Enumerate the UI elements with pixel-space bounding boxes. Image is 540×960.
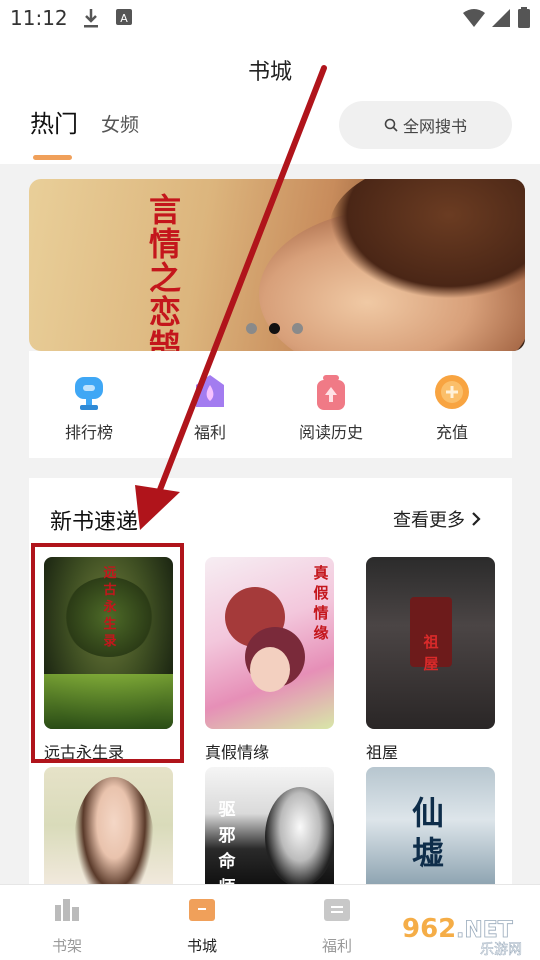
nav-bookshelf[interactable]: 书架 <box>27 897 107 956</box>
book-cover-title: 祖屋 <box>423 633 439 673</box>
coin-icon <box>434 373 470 409</box>
quick-actions: 排行榜 福利 阅读历史 充值 <box>29 351 512 458</box>
book-card[interactable]: 真假情缘 真假情缘 <box>205 557 334 763</box>
book-card[interactable]: 祖屋 祖屋 <box>366 557 495 763</box>
banner-title-char: 恋 <box>148 293 181 331</box>
quick-recharge[interactable]: 充值 <box>407 373 497 443</box>
gift-icon <box>192 373 228 409</box>
banner-title: 言 情 之 恋 鹄 <box>105 193 225 351</box>
book-cover-title: 仙墟 <box>411 794 444 872</box>
svg-text:A: A <box>120 12 128 25</box>
svg-text:.NET: .NET <box>456 918 513 943</box>
couple-face <box>250 647 290 692</box>
quick-recharge-label: 充值 <box>435 423 468 442</box>
book-card[interactable]: 仙墟 <box>366 767 495 884</box>
nav-bookstore-label: 书城 <box>186 937 217 955</box>
book-cover-title: 驱邪命师 <box>218 800 236 884</box>
banner-dot[interactable] <box>246 323 257 334</box>
quick-reading-history-label: 阅读历史 <box>298 423 363 442</box>
tab-female[interactable]: 女频 <box>101 110 139 137</box>
book-name: 祖屋 <box>366 743 399 762</box>
banner-title-char: 之 <box>148 259 181 297</box>
bookstore-icon <box>189 899 215 921</box>
quick-ranking-label: 排行榜 <box>64 423 113 442</box>
banner-title-char: 情 <box>148 225 181 263</box>
book-cover-title: 真假情缘 <box>313 564 329 642</box>
watermark-logo: 962 .NET 乐游网 <box>398 907 538 958</box>
banner-pagination <box>246 323 303 334</box>
search-label: 全网搜书 <box>402 117 467 136</box>
search-all-books-button[interactable]: 全网搜书 <box>339 101 512 149</box>
status-bar: 11:12 A <box>0 0 540 36</box>
book-card[interactable] <box>44 767 173 884</box>
highlight-annotation-box <box>31 543 184 763</box>
book-cover: 祖屋 <box>366 557 495 729</box>
new-books-title: 新书速递 <box>50 510 139 535</box>
quick-welfare-label: 福利 <box>193 423 226 442</box>
book-cover: 驱邪命师 <box>205 767 334 884</box>
search-icon <box>384 118 398 132</box>
svg-text:乐游网: 乐游网 <box>480 942 522 957</box>
quick-reading-history[interactable]: 阅读历史 <box>286 373 376 443</box>
nav-welfare[interactable]: 福利 <box>297 897 377 956</box>
nav-bookstore[interactable]: 书城 <box>162 897 242 956</box>
signal-icon <box>490 7 512 33</box>
history-icon <box>313 373 349 410</box>
nav-welfare-label: 福利 <box>321 937 352 955</box>
banner-dot[interactable] <box>292 323 303 334</box>
quick-ranking[interactable]: 排行榜 <box>44 373 134 443</box>
status-time: 11:12 <box>10 6 68 30</box>
book-cover <box>44 767 173 884</box>
font-notification-icon: A <box>116 7 132 31</box>
book-cover: 真假情缘 <box>205 557 334 729</box>
view-more-link[interactable]: 查看更多 <box>393 506 481 532</box>
svg-text:962: 962 <box>402 914 456 944</box>
page-title: 书城 <box>247 60 292 85</box>
chevron-right-icon <box>472 512 481 526</box>
banner-title-char: 言 <box>148 191 181 229</box>
quick-welfare[interactable]: 福利 <box>165 373 255 443</box>
book-cover: 仙墟 <box>366 767 495 884</box>
woman-illustration <box>74 777 154 884</box>
welfare-icon <box>324 899 350 921</box>
nav-bookshelf-label: 书架 <box>51 937 82 955</box>
book-card[interactable]: 驱邪命师 <box>205 767 334 884</box>
bookshelf-icon <box>55 899 79 921</box>
wifi-icon <box>462 7 486 33</box>
banner-title-char: 鹄 <box>148 327 181 351</box>
trophy-icon <box>71 373 107 410</box>
battery-icon <box>518 7 530 33</box>
man-illustration <box>265 787 334 884</box>
download-icon <box>82 7 100 33</box>
tab-active-indicator <box>33 155 72 160</box>
tab-hot[interactable]: 热门 <box>30 104 78 139</box>
banner-dot-active[interactable] <box>269 323 280 334</box>
book-name: 真假情缘 <box>205 743 270 762</box>
view-more-label: 查看更多 <box>393 510 465 531</box>
